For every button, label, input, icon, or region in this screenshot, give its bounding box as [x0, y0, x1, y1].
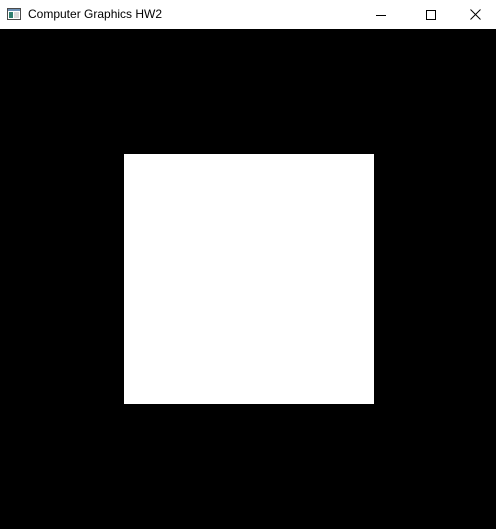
app-window-icon[interactable] — [7, 7, 21, 20]
render-canvas[interactable] — [0, 29, 496, 529]
maximize-button[interactable] — [408, 0, 454, 29]
app-window: Computer Graphics HW2 — [0, 0, 496, 529]
title-bar[interactable]: Computer Graphics HW2 — [0, 0, 496, 29]
minimize-icon — [376, 10, 386, 20]
window-title: Computer Graphics HW2 — [28, 7, 163, 21]
close-icon — [469, 9, 481, 20]
white-square-shape — [124, 154, 374, 404]
maximize-icon — [426, 9, 436, 20]
close-button[interactable] — [452, 0, 496, 29]
minimize-button[interactable] — [358, 0, 404, 29]
